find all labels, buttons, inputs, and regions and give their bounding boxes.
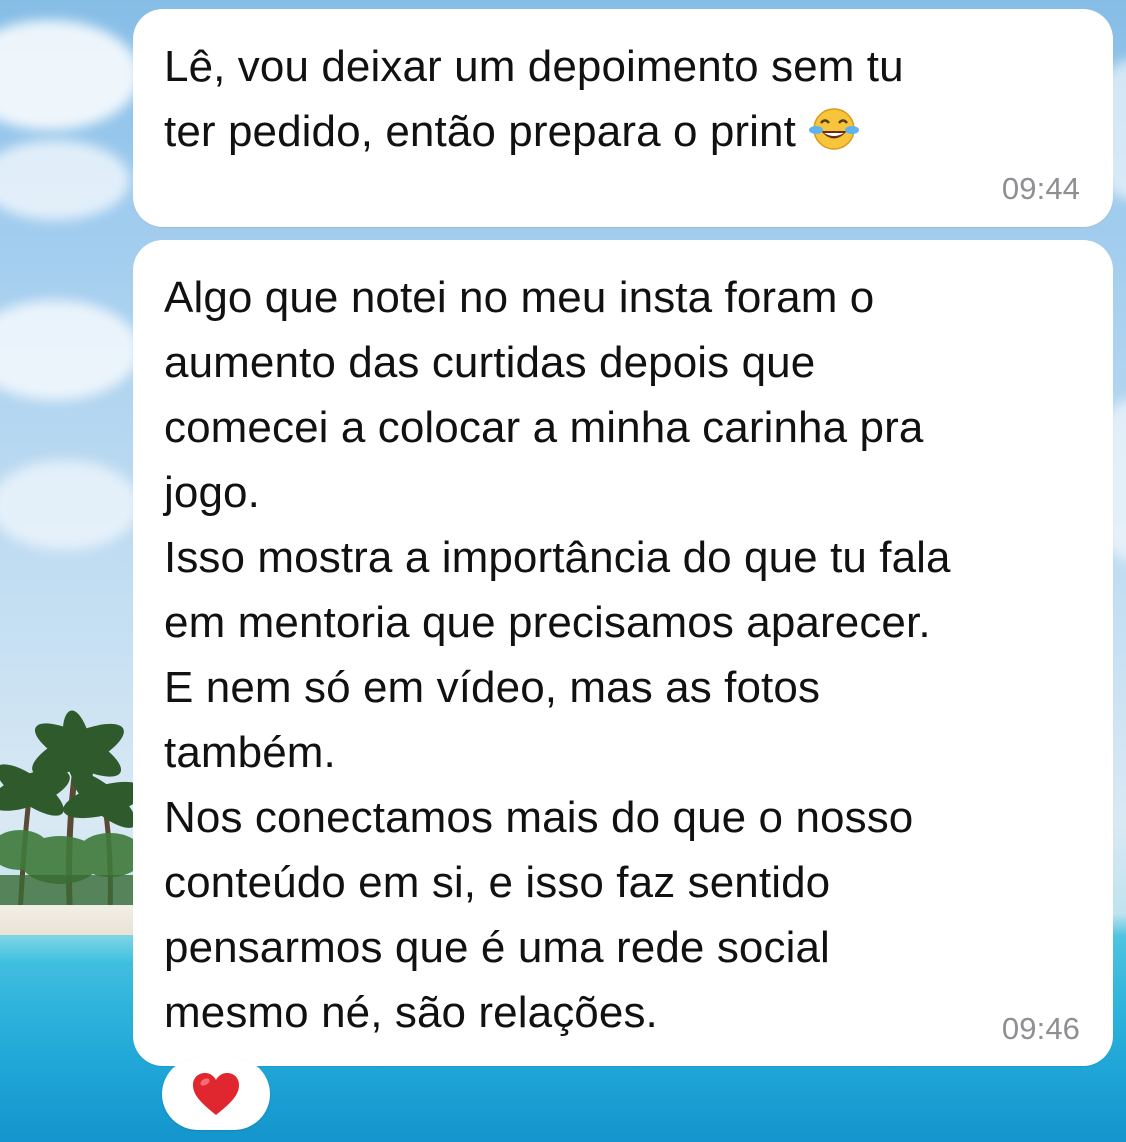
- message-text: Lê, vou deixar um depoimento sem tu ter …: [164, 34, 1093, 164]
- cloud: [0, 140, 130, 220]
- beach: [0, 905, 140, 937]
- cloud: [0, 20, 140, 130]
- sea: [0, 935, 140, 965]
- message-timestamp: 09:46: [1001, 1011, 1080, 1046]
- message-timestamp: 09:44: [1001, 171, 1080, 206]
- message-bubble-incoming[interactable]: Algo que notei no meu insta foram o aume…: [133, 240, 1113, 1066]
- message-text: Algo que notei no meu insta foram o aume…: [164, 273, 951, 1037]
- reaction-badge[interactable]: [162, 1058, 270, 1130]
- face-with-tears-of-joy-icon: [808, 106, 870, 152]
- palm-trees: [0, 710, 140, 915]
- cloud: [0, 300, 140, 400]
- cloud: [0, 460, 140, 550]
- message-text-content: Lê, vou deixar um depoimento sem tu ter …: [164, 42, 904, 156]
- message-bubble-incoming[interactable]: Lê, vou deixar um depoimento sem tu ter …: [133, 9, 1113, 227]
- red-heart-icon: [193, 1073, 239, 1115]
